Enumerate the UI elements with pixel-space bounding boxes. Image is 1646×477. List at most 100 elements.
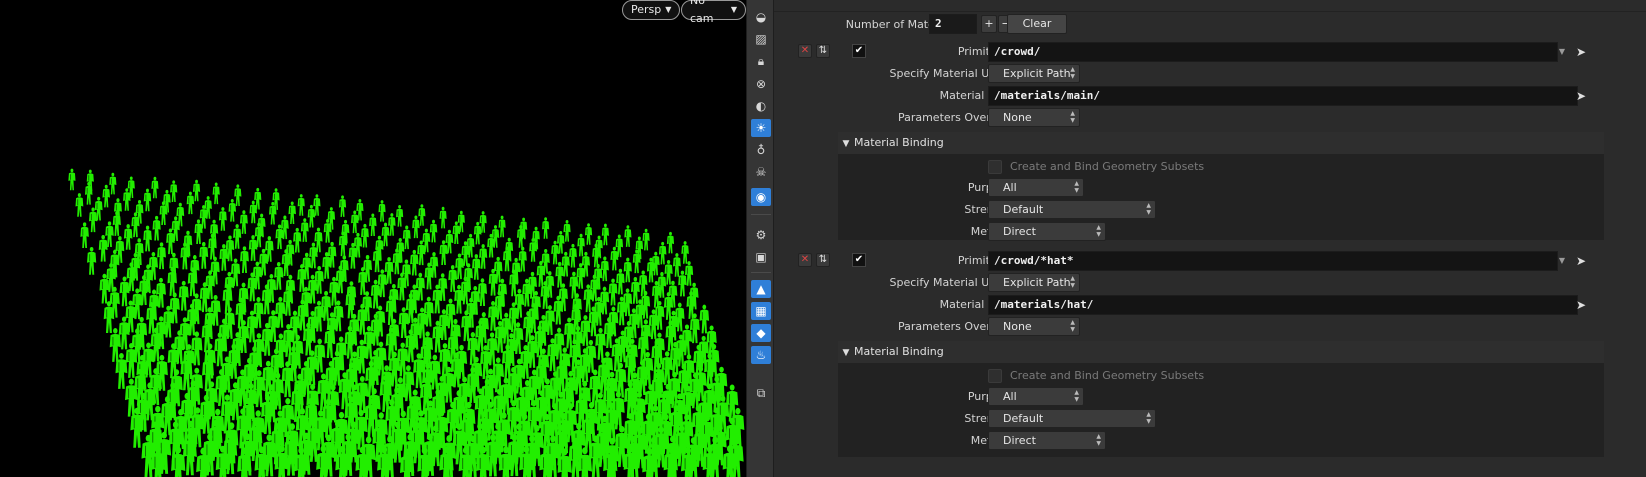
- crowd-figure: [249, 200, 258, 224]
- flame-icon[interactable]: ♨: [751, 346, 771, 364]
- add-material-button[interactable]: +: [981, 15, 997, 33]
- crowd-figure: [157, 242, 166, 270]
- specify-material-dropdown[interactable]: Explicit Path ▲ ▼: [988, 273, 1080, 292]
- camera-menu-button[interactable]: No cam ▼: [681, 0, 746, 25]
- select-pointer-icon[interactable]: ➤: [1574, 44, 1588, 60]
- crowd-figure: [632, 249, 641, 274]
- crowd-figure: [297, 194, 305, 216]
- chevron-down-icon[interactable]: ▼: [1554, 251, 1570, 271]
- clear-button[interactable]: Clear: [1007, 14, 1067, 34]
- display-options-icon[interactable]: ◒: [751, 8, 771, 26]
- select-pointer-icon[interactable]: ➤: [1574, 297, 1588, 313]
- material-path-label: Material Path: [939, 89, 1012, 102]
- light-icon[interactable]: ♁: [751, 141, 771, 159]
- material-binding-title: Material Binding: [854, 136, 944, 149]
- specify-material-label: Specify Material Using: [889, 67, 1013, 80]
- material-path-field[interactable]: /materials/hat/: [988, 295, 1578, 315]
- skull-icon[interactable]: ☠: [751, 163, 771, 181]
- crowd-figure: [402, 225, 411, 250]
- network-icon[interactable]: ⧉: [751, 384, 771, 402]
- scene-viewport[interactable]: Persp ▼ No cam ▼: [0, 0, 746, 477]
- select-pointer-icon[interactable]: ➤: [1574, 253, 1588, 269]
- crowd-figure: [666, 231, 675, 254]
- material-path-field[interactable]: /materials/main/: [988, 86, 1578, 106]
- primitives-field[interactable]: /crowd/*hat*: [988, 251, 1558, 271]
- method-dropdown[interactable]: Direct ▲ ▼: [988, 222, 1106, 241]
- crowd-figure: [151, 176, 159, 199]
- crowd-figure: [143, 225, 152, 252]
- render-icon[interactable]: ⚙: [751, 226, 771, 244]
- color-icon[interactable]: ▲: [751, 280, 771, 298]
- spinner-arrows-icon: ▲ ▼: [1096, 224, 1101, 238]
- method-dropdown[interactable]: Direct ▲ ▼: [988, 431, 1106, 450]
- specify-material-value: Explicit Path: [1003, 67, 1071, 80]
- ghost-icon[interactable]: ▨: [751, 30, 771, 48]
- material-binding-title: Material Binding: [854, 345, 944, 358]
- material-path-label: Material Path: [939, 298, 1012, 311]
- perspective-menu-button[interactable]: Persp ▼: [622, 0, 681, 20]
- light-bulb-icon[interactable]: ☀: [751, 119, 771, 137]
- primitives-field[interactable]: /crowd/: [988, 42, 1558, 62]
- strength-dropdown[interactable]: Default ▲ ▼: [988, 200, 1156, 219]
- purpose-label: Purpose: [834, 181, 1012, 194]
- geometry-subsets-checkbox[interactable]: [988, 160, 1002, 174]
- crowd-figure: [239, 210, 248, 234]
- crowd-figure: [642, 228, 650, 251]
- stop-icon[interactable]: ⊗: [751, 75, 771, 93]
- crowd-figures: [68, 168, 745, 477]
- camera-icon[interactable]: ◉: [751, 188, 771, 206]
- crowd-figure: [186, 191, 195, 215]
- crowd-figure: [75, 193, 84, 217]
- crowd-figure: [429, 219, 438, 243]
- spinner-arrows-icon: ▲ ▼: [1074, 180, 1079, 194]
- remove-instance-icon[interactable]: ✕: [798, 253, 812, 267]
- spinner-arrows-icon: ▲ ▼: [1070, 275, 1075, 289]
- select-pointer-icon[interactable]: ➤: [1574, 88, 1588, 104]
- crowd-figure: [152, 215, 161, 241]
- crowd-figure: [630, 277, 640, 304]
- purpose-dropdown[interactable]: All ▲ ▼: [988, 387, 1084, 406]
- crowd-figure: [109, 172, 117, 195]
- crowd-figure: [88, 207, 98, 233]
- strength-value: Default: [1003, 412, 1044, 425]
- crowd-figure: [348, 242, 358, 269]
- camera-label: No cam: [690, 0, 714, 25]
- crowd-figure: [439, 240, 448, 265]
- crowd-figure: [616, 268, 625, 295]
- perspective-label: Persp: [631, 3, 662, 16]
- specify-material-value: Explicit Path: [1003, 276, 1071, 289]
- crowd-figure: [192, 179, 201, 202]
- lock-icon[interactable]: 🔒︎: [751, 52, 771, 70]
- crowd-figure: [432, 284, 443, 314]
- material-binding-section-header[interactable]: ▼ Material Binding: [838, 132, 1604, 154]
- specify-material-dropdown[interactable]: Explicit Path ▲ ▼: [988, 64, 1080, 83]
- parameters-override-dropdown[interactable]: None ▲ ▼: [988, 108, 1080, 127]
- toolstrip-divider: [751, 214, 771, 215]
- move-instance-icon[interactable]: ⇅: [816, 44, 830, 58]
- spinner-arrows-icon: ▲ ▼: [1074, 389, 1079, 403]
- purpose-dropdown[interactable]: All ▲ ▼: [988, 178, 1084, 197]
- num-materials-field[interactable]: 2: [929, 14, 977, 34]
- crowd-figure: [300, 218, 309, 242]
- material-binding-section-header[interactable]: ▼ Material Binding: [838, 341, 1604, 363]
- crowd-figure: [498, 215, 506, 238]
- crowd-figure: [569, 243, 577, 268]
- purpose-value: All: [1003, 181, 1017, 194]
- purpose-label: Purpose: [834, 390, 1012, 403]
- crowd-figure: [351, 210, 359, 234]
- snapshot-icon[interactable]: ▣: [751, 248, 771, 266]
- parameters-override-dropdown[interactable]: None ▲ ▼: [988, 317, 1080, 336]
- spinner-arrows-icon: ▲ ▼: [1070, 110, 1075, 124]
- crowd-figure: [119, 276, 130, 307]
- shading-icon[interactable]: ◐: [751, 97, 771, 115]
- geometry-subsets-checkbox[interactable]: [988, 369, 1002, 383]
- move-instance-icon[interactable]: ⇅: [816, 253, 830, 267]
- crowd-figure: [417, 240, 426, 266]
- texture-icon[interactable]: ▦: [751, 302, 771, 320]
- strength-dropdown[interactable]: Default ▲ ▼: [988, 409, 1156, 428]
- chevron-down-icon[interactable]: ▼: [1554, 42, 1570, 62]
- remove-instance-icon[interactable]: ✕: [798, 44, 812, 58]
- geometry-icon[interactable]: ◆: [751, 324, 771, 342]
- collapse-triangle-icon: ▼: [842, 348, 850, 358]
- crowd-figure: [166, 228, 175, 255]
